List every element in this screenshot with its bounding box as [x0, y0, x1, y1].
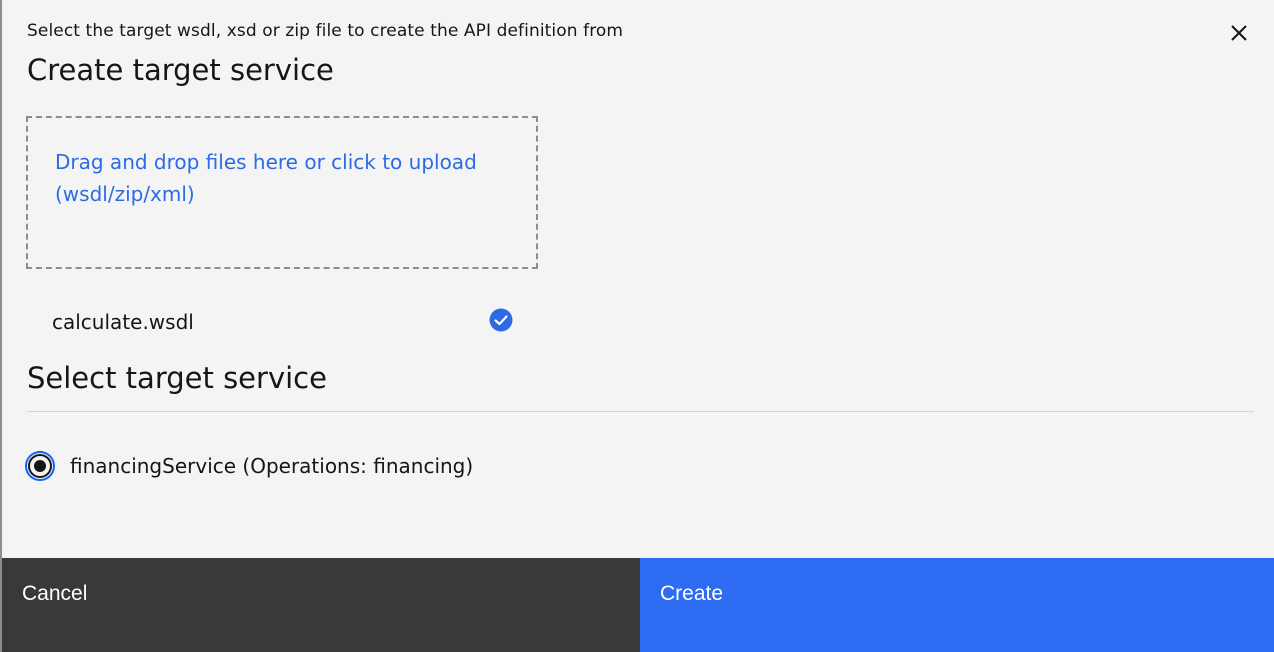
- modal-subtitle: Select the target wsdl, xsd or zip file …: [27, 21, 624, 41]
- file-dropzone[interactable]: Drag and drop files here or click to upl…: [26, 116, 538, 269]
- service-radio-option[interactable]: financingService (Operations: financing): [25, 449, 473, 483]
- create-target-service-modal: Select the target wsdl, xsd or zip file …: [0, 0, 1274, 652]
- checkmark-filled-icon: [489, 308, 513, 332]
- close-button[interactable]: [1224, 18, 1254, 48]
- radio-selected-dot: [34, 460, 46, 472]
- section-divider: [27, 411, 1254, 412]
- modal-title: Create target service: [27, 53, 334, 87]
- close-icon: [1231, 25, 1247, 41]
- radio-ring: [28, 454, 52, 478]
- service-radio-label[interactable]: financingService (Operations: financing): [70, 454, 473, 478]
- create-button[interactable]: Create: [640, 558, 1274, 652]
- uploaded-file-item: calculate.wsdl: [27, 300, 517, 344]
- cancel-button[interactable]: Cancel: [2, 558, 640, 652]
- select-service-title: Select target service: [27, 361, 327, 395]
- modal-footer: Cancel Create: [2, 558, 1274, 652]
- uploaded-file-name: calculate.wsdl: [52, 310, 194, 334]
- radio-button[interactable]: [25, 451, 55, 481]
- dropzone-text[interactable]: Drag and drop files here or click to upl…: [55, 146, 515, 210]
